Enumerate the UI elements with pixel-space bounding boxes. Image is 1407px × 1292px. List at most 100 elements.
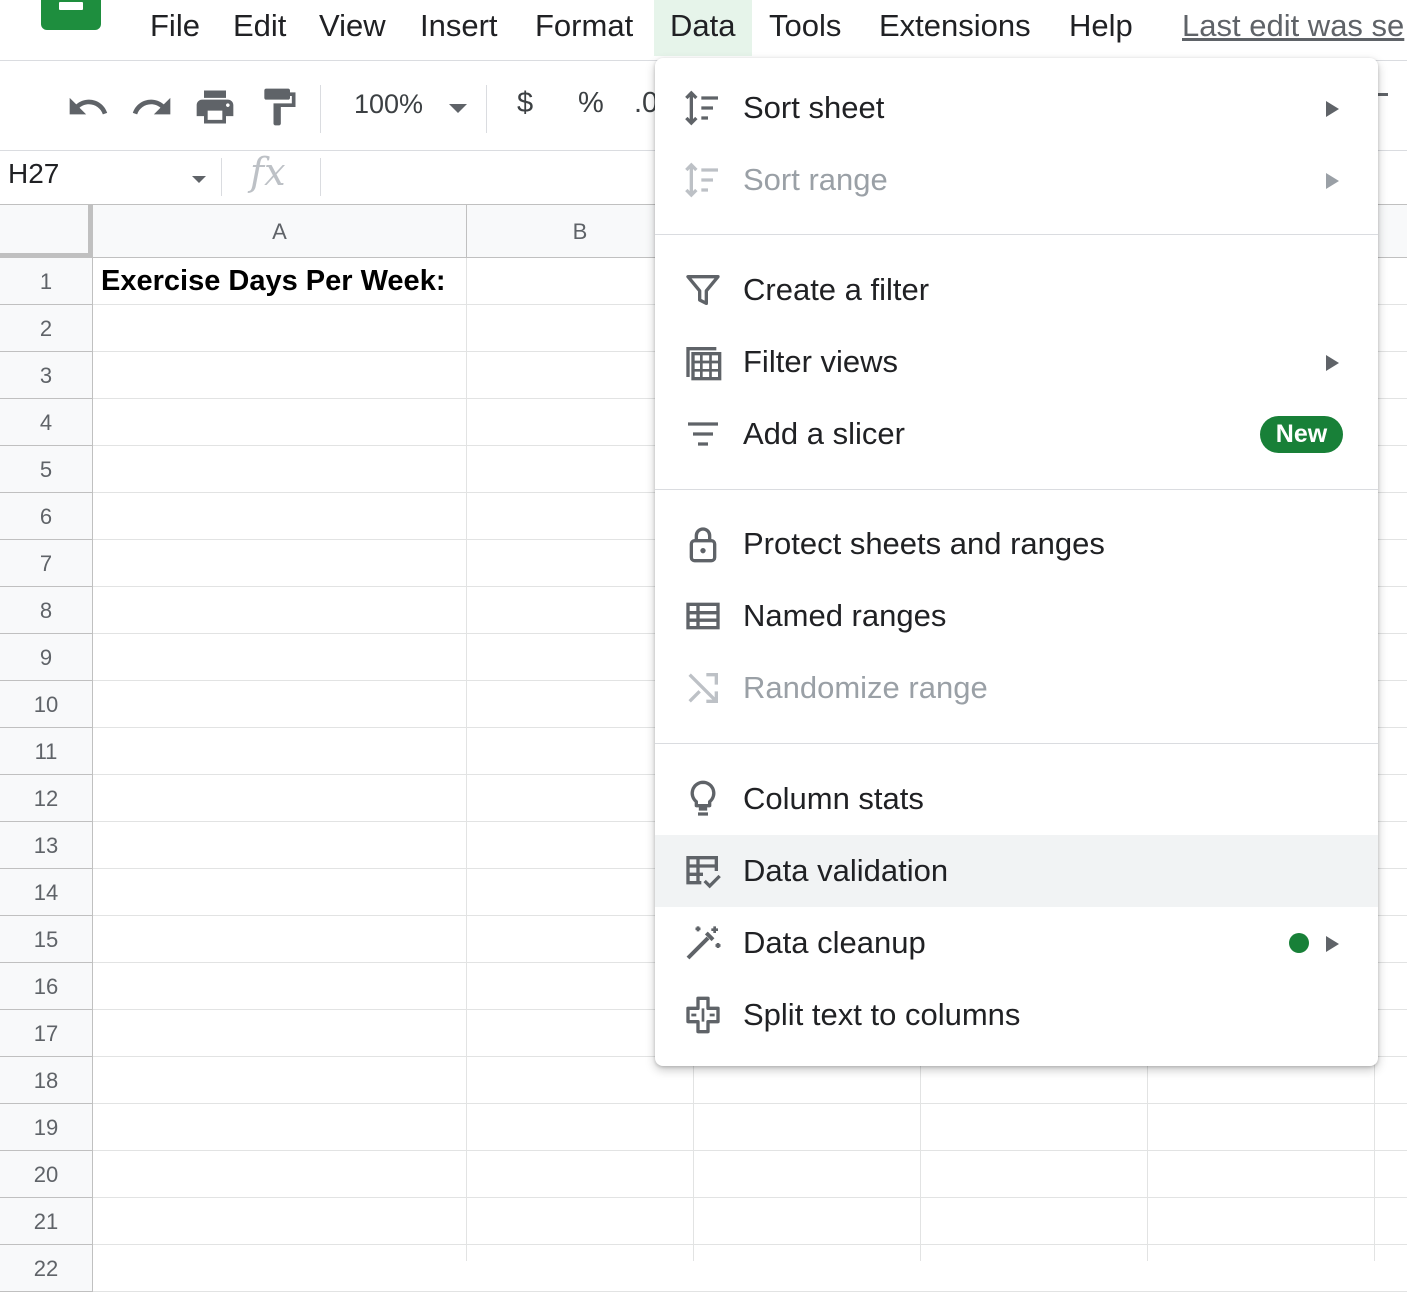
submenu-arrow-icon xyxy=(1326,173,1339,189)
currency-format-button[interactable]: $ xyxy=(517,87,533,120)
row-header[interactable]: 11 xyxy=(0,728,93,775)
menu-item-add-slicer[interactable]: Add a slicer New xyxy=(655,398,1378,470)
fx-icon: fx xyxy=(250,150,286,194)
menu-item-data-validation[interactable]: Data validation xyxy=(655,835,1378,907)
menu-item-filter-views[interactable]: Filter views xyxy=(655,326,1378,398)
menu-item-label: Add a slicer xyxy=(743,416,905,451)
menu-item-randomize-range[interactable]: Randomize range xyxy=(655,652,1378,724)
toolbar-more-icon[interactable] xyxy=(1378,93,1388,96)
menu-item-label: Data cleanup xyxy=(743,925,926,960)
slicer-icon xyxy=(688,422,718,446)
menu-insert[interactable]: Insert xyxy=(404,0,514,56)
menu-item-label: Create a filter xyxy=(743,272,930,307)
row-gridline xyxy=(93,1150,1407,1151)
menu-edit[interactable]: Edit xyxy=(217,0,302,56)
menu-item-label: Sort sheet xyxy=(743,90,885,125)
menu-separator xyxy=(655,489,1378,490)
row-header[interactable]: 17 xyxy=(0,1010,93,1057)
column-header-f[interactable] xyxy=(1375,205,1407,258)
row-header[interactable]: 22 xyxy=(0,1245,93,1292)
menu-format[interactable]: Format xyxy=(519,0,649,56)
row-header[interactable]: 8 xyxy=(0,587,93,634)
row-gridline xyxy=(93,1244,1407,1245)
row-header[interactable]: 5 xyxy=(0,446,93,493)
percent-format-button[interactable]: % xyxy=(578,87,604,120)
menu-item-named-ranges[interactable]: Named ranges xyxy=(655,580,1378,652)
formula-input[interactable] xyxy=(330,152,650,202)
menu-help[interactable]: Help xyxy=(1053,0,1149,56)
menu-bar: File Edit View Insert Format Data Tools … xyxy=(0,0,1407,58)
filter-views-icon xyxy=(686,347,722,381)
lightbulb-icon xyxy=(690,780,716,816)
menu-file[interactable]: File xyxy=(134,0,216,56)
data-validation-icon xyxy=(686,856,721,889)
row-header[interactable]: 10 xyxy=(0,681,93,728)
filter-icon xyxy=(686,275,720,305)
shuffle-icon xyxy=(688,673,718,703)
menu-item-label: Randomize range xyxy=(743,670,988,705)
menu-tools[interactable]: Tools xyxy=(753,0,857,56)
row-header[interactable]: 6 xyxy=(0,493,93,540)
row-header[interactable]: 16 xyxy=(0,963,93,1010)
formula-bar-separator xyxy=(221,158,222,196)
menu-item-label: Column stats xyxy=(743,781,924,816)
last-edit-link[interactable]: Last edit was se xyxy=(1182,0,1404,52)
name-box-dropdown-icon[interactable] xyxy=(192,176,206,183)
row-gridline xyxy=(93,1103,1407,1104)
row-header[interactable]: 12 xyxy=(0,775,93,822)
sort-icon xyxy=(685,90,718,126)
row-header[interactable]: 7 xyxy=(0,540,93,587)
menu-item-label: Protect sheets and ranges xyxy=(743,526,1105,561)
row-header[interactable]: 13 xyxy=(0,822,93,869)
formula-bar-separator xyxy=(320,158,321,196)
row-header[interactable]: 2 xyxy=(0,305,93,352)
select-all-corner[interactable] xyxy=(0,205,93,258)
cell-a1[interactable]: Exercise Days Per Week: xyxy=(101,265,445,298)
sort-icon xyxy=(685,162,718,198)
print-icon[interactable] xyxy=(193,85,237,129)
row-header[interactable]: 21 xyxy=(0,1198,93,1245)
menu-item-label: Filter views xyxy=(743,344,899,379)
column-gridline xyxy=(466,258,467,1261)
row-header[interactable]: 19 xyxy=(0,1104,93,1151)
toolbar-separator xyxy=(486,85,487,133)
row-header[interactable]: 18 xyxy=(0,1057,93,1104)
menu-item-protect-sheets[interactable]: Protect sheets and ranges xyxy=(655,508,1378,580)
menu-separator xyxy=(655,234,1378,235)
menu-item-label: Sort range xyxy=(743,162,888,197)
toolbar-separator xyxy=(320,85,321,133)
status-dot xyxy=(1289,933,1309,953)
submenu-arrow-icon xyxy=(1326,101,1339,117)
menu-item-label: Named ranges xyxy=(743,598,947,633)
menu-item-create-filter[interactable]: Create a filter xyxy=(655,254,1378,326)
row-header[interactable]: 15 xyxy=(0,916,93,963)
menu-item-split-text[interactable]: Split text to columns xyxy=(655,979,1378,1051)
submenu-arrow-icon xyxy=(1326,355,1339,371)
menu-item-label: Data validation xyxy=(743,853,949,888)
row-header[interactable]: 14 xyxy=(0,869,93,916)
split-columns-icon xyxy=(686,996,720,1034)
new-badge: New xyxy=(1260,416,1343,453)
menu-view[interactable]: View xyxy=(303,0,402,56)
menu-item-sort-sheet[interactable]: Sort sheet xyxy=(655,72,1378,144)
zoom-dropdown-icon[interactable] xyxy=(449,104,467,113)
menu-separator xyxy=(655,743,1378,744)
row-header[interactable]: 3 xyxy=(0,352,93,399)
row-header[interactable]: 4 xyxy=(0,399,93,446)
paint-format-icon[interactable] xyxy=(257,85,301,129)
undo-icon[interactable] xyxy=(66,85,110,129)
name-box[interactable]: H27 xyxy=(8,158,59,190)
row-header[interactable]: 20 xyxy=(0,1151,93,1198)
zoom-select[interactable]: 100% xyxy=(354,89,423,120)
row-header[interactable]: 9 xyxy=(0,634,93,681)
menu-extensions[interactable]: Extensions xyxy=(863,0,1047,56)
menu-item-sort-range[interactable]: Sort range xyxy=(655,144,1378,216)
row-header[interactable]: 1 xyxy=(0,258,93,305)
named-ranges-icon xyxy=(686,602,720,630)
redo-icon[interactable] xyxy=(130,85,174,129)
menu-item-column-stats[interactable]: Column stats xyxy=(655,763,1378,835)
menu-data[interactable]: Data xyxy=(654,0,752,56)
column-header-a[interactable]: A xyxy=(93,205,467,258)
magic-wand-icon xyxy=(686,926,721,960)
menu-item-data-cleanup[interactable]: Data cleanup xyxy=(655,907,1378,979)
